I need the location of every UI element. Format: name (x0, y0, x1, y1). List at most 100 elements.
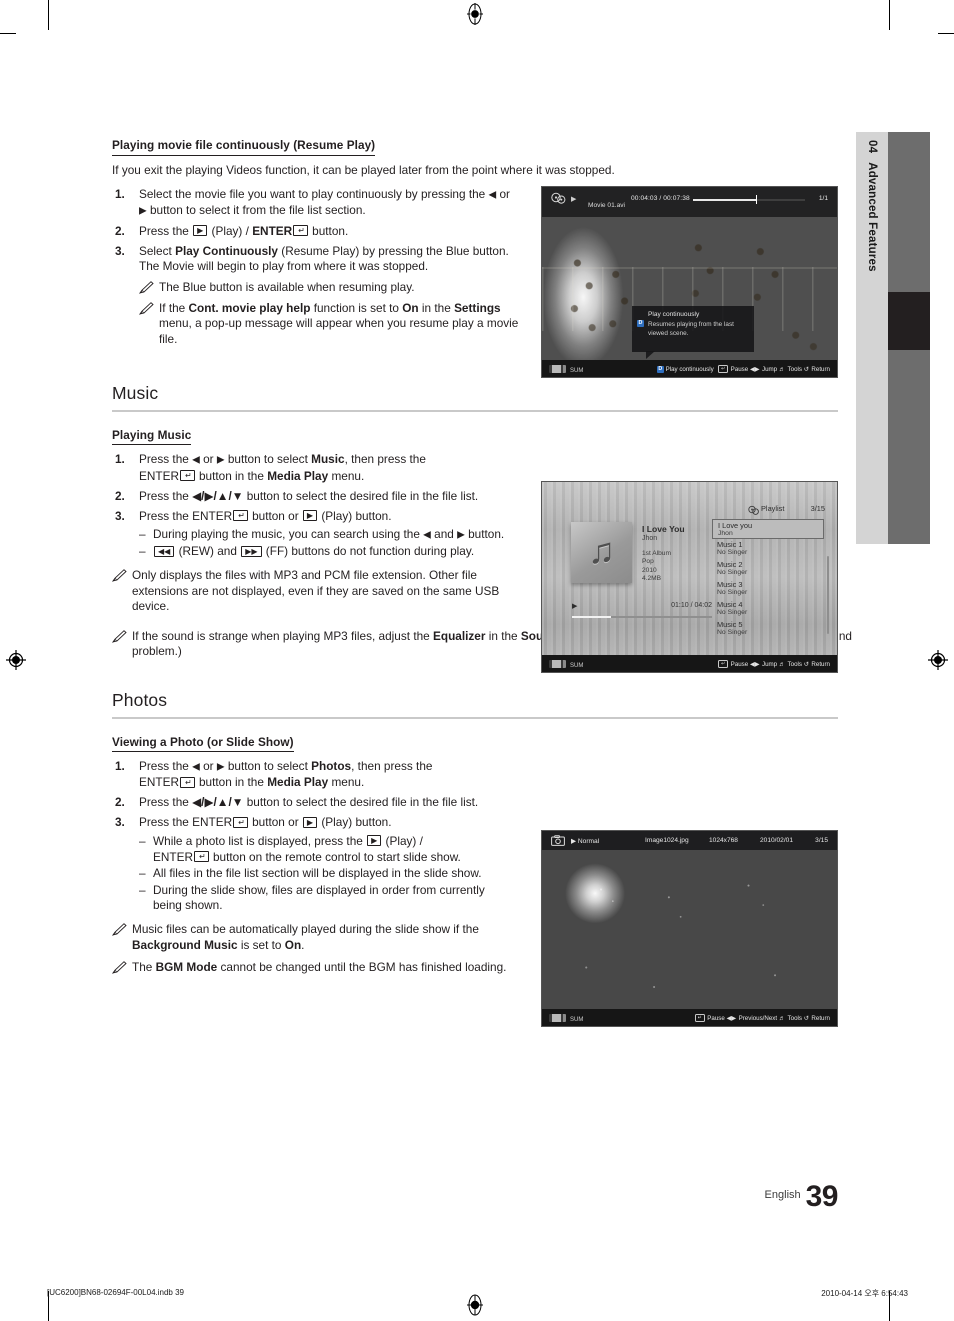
photos-substep-2: – All files in the file list section wil… (139, 866, 512, 882)
note-text: If the sound is strange when playing MP3… (132, 628, 433, 643)
music-progress-bar[interactable] (572, 616, 712, 618)
video-progress-bar[interactable] (693, 194, 805, 204)
key-label-return[interactable]: Return (811, 1015, 830, 1022)
photo-date: 2010/02/01 (760, 836, 794, 844)
list-item[interactable]: Music 4 No Singer (712, 599, 824, 619)
step-text: , then press the (344, 452, 426, 467)
step-text: or (199, 759, 217, 774)
return-key-icon[interactable]: ↺ (804, 661, 809, 668)
note-text: The Blue button is available when resumi… (159, 279, 415, 294)
key-label-tools[interactable]: Tools (788, 661, 802, 668)
key-label-jump[interactable]: Jump (762, 661, 777, 668)
step-number: 3. (115, 243, 125, 258)
key-label-tools[interactable]: Tools (788, 1015, 802, 1022)
enter-key-icon: ↵ (193, 851, 209, 863)
key-label-jump[interactable]: Jump (762, 366, 777, 373)
return-key-icon[interactable]: ↺ (804, 366, 809, 373)
key-label-play-continuously[interactable]: Play continuously (666, 366, 714, 373)
section-divider (112, 716, 838, 719)
left-right-key-icon[interactable]: ◀▶ (750, 661, 760, 668)
resume-step-3: 3. Select Play Continuously (Resume Play… (112, 244, 512, 275)
note-bold: On (402, 300, 419, 315)
music-play-indicator-icon: ▶ (572, 603, 578, 610)
track-year: 2010 (642, 566, 657, 574)
photos-step-3: 3. Press the ENTER ↵ button or ▶ (Play) b… (112, 815, 512, 914)
key-label-previous-next[interactable]: Previous/Next (739, 1015, 778, 1022)
playlist-scrollbar[interactable] (826, 556, 829, 634)
dash-bullet: – (139, 833, 146, 848)
play-key-icon: ▶ (193, 225, 208, 237)
enter-key-icon[interactable]: ↵ (717, 364, 729, 373)
playlist-item-title: Music 5 (717, 620, 743, 629)
photos-substep-1: – While a photo list is displayed, press… (139, 834, 512, 865)
pencil-icon (139, 301, 154, 315)
step-text: Press the (139, 795, 193, 810)
step-bold: Media Play (267, 468, 329, 483)
footer-language: English (764, 1189, 801, 1201)
step-text: menu. (328, 468, 365, 483)
blue-key-icon[interactable]: D (656, 365, 664, 373)
step-text: (Play) / (208, 223, 253, 238)
tools-key-icon[interactable]: ♬ (779, 661, 785, 668)
playlist[interactable]: I Love you Jhon Music 1 No Singer Music … (712, 519, 829, 639)
tools-key-icon[interactable]: ♬ (779, 366, 785, 373)
return-key-icon[interactable]: ↺ (804, 1015, 809, 1022)
tools-key-icon[interactable]: ♬ (779, 1015, 785, 1022)
photo-osd-top-bar: ▶ Normal Image1024.jpg 1024x768 2010/02/… (542, 831, 837, 850)
photo-filename: Image1024.jpg (645, 836, 689, 844)
track-genre: Pop (642, 558, 654, 566)
left-right-key-icon[interactable]: ◀▶ (727, 1015, 737, 1022)
play-indicator-icon: ▶ (571, 196, 577, 203)
list-item[interactable]: Music 3 No Singer (712, 579, 824, 599)
track-title: I Love You (642, 524, 685, 534)
key-label-tools[interactable]: Tools (788, 366, 802, 373)
resume-step-2: 2. Press the ▶ (Play) / ENTER ↵ button. (112, 224, 512, 240)
note-text: is set to (237, 937, 285, 952)
list-item[interactable]: I Love you Jhon (712, 519, 824, 539)
enter-key-icon[interactable]: ↵ (717, 659, 729, 668)
step-text: Press the (139, 223, 193, 238)
photo-source-label: SUM (549, 1013, 583, 1023)
left-right-key-icon[interactable]: ◀▶ (750, 366, 760, 373)
list-item[interactable]: Music 2 No Singer (712, 559, 824, 579)
key-label-return[interactable]: Return (811, 661, 830, 668)
video-progress-fill (693, 198, 757, 201)
step-text: button or (248, 815, 302, 830)
usb-icon (549, 364, 566, 373)
list-item[interactable]: Music 5 No Singer (712, 619, 824, 639)
enter-label: ENTER (139, 468, 179, 483)
playlist-item-artist: No Singer (717, 589, 748, 596)
substep-text: (FF) buttons do not function during play… (262, 544, 475, 559)
right-arrow-icon: ▶ (216, 454, 225, 466)
enter-key-icon[interactable]: ↵ (694, 1013, 705, 1022)
step-text: button to select (224, 759, 312, 774)
play-key-icon: ▶ (367, 835, 382, 847)
video-progress-knob[interactable] (755, 194, 758, 204)
resume-heading: Playing movie file continuously (Resume … (112, 138, 376, 156)
music-step-1: 1. Press the ◀ or ▶ button to select Mus… (112, 452, 512, 484)
step-text: button to select the desired file in the… (243, 795, 479, 810)
list-item[interactable]: Music 1 No Singer (712, 539, 824, 559)
dash-bullet: – (139, 544, 146, 559)
music-source-label: SUM (549, 659, 583, 669)
key-label-return[interactable]: Return (811, 366, 830, 373)
playlist-item-artist: No Singer (717, 549, 748, 556)
note-bold: Cont. movie play help (188, 300, 311, 315)
track-album: 1st Album (642, 550, 671, 557)
popup-title: Play continuously (648, 311, 700, 318)
key-label-pause[interactable]: Pause (731, 661, 749, 668)
key-label-pause[interactable]: Pause (731, 366, 749, 373)
dash-bullet: – (139, 527, 146, 542)
photos-step-2: 2. Press the ◀/▶/▲/▼ button to select th… (112, 795, 512, 811)
note-bold: Equalizer (433, 628, 486, 643)
step-text: button. (308, 223, 349, 238)
music-time: 01:10 / 04:02 (671, 602, 712, 609)
enter-key-icon: ↵ (233, 510, 248, 522)
music-substep-1: – During playing the music, you can sear… (139, 527, 512, 543)
play-key-icon: ▶ (302, 816, 318, 828)
playlist-item-artist: No Singer (717, 629, 748, 636)
step-bold: Play Continuously (175, 243, 278, 258)
step-text: button in the (195, 468, 268, 483)
key-label-pause[interactable]: Pause (707, 1015, 725, 1022)
step-text: (Play) button. (318, 508, 392, 523)
